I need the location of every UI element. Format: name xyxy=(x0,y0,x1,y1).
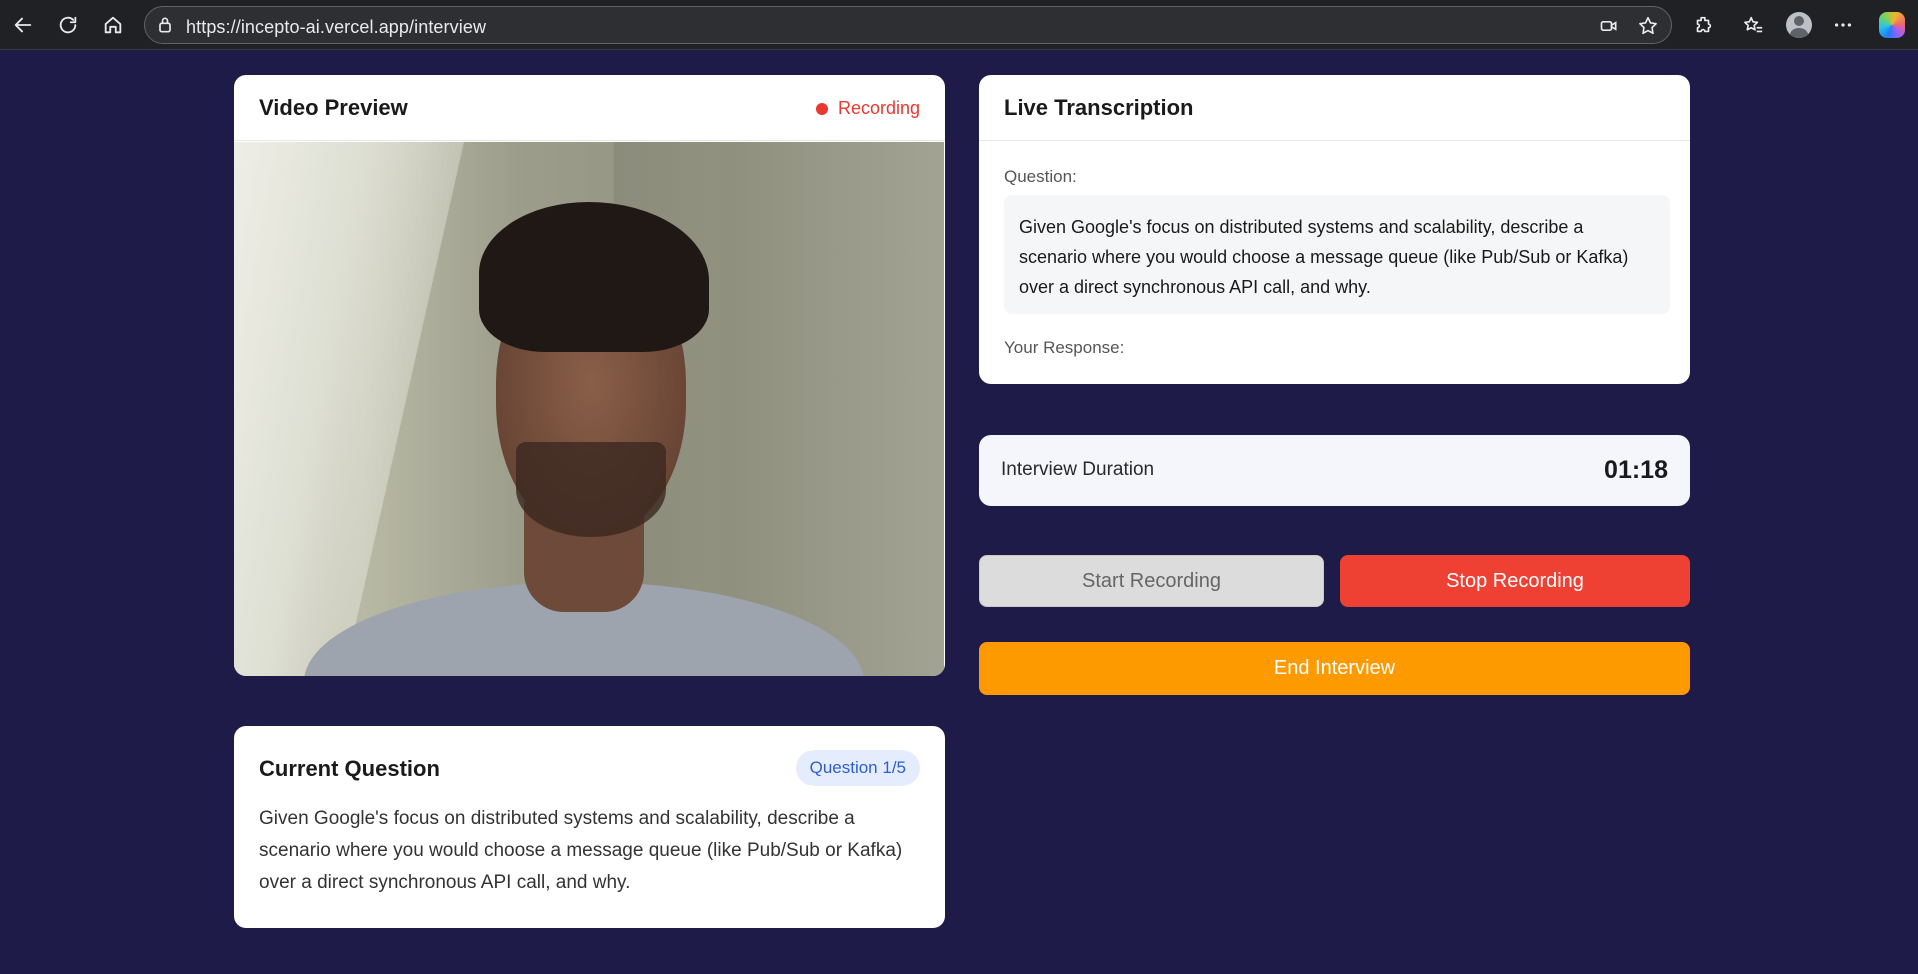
stop-recording-button[interactable]: Stop Recording xyxy=(1340,555,1690,607)
address-bar[interactable]: https://incepto-ai.vercel.app/interview xyxy=(144,6,1672,44)
response-label: Your Response: xyxy=(1004,338,1125,357)
recording-status: Recording xyxy=(815,98,920,119)
current-question-title: Current Question xyxy=(259,756,440,781)
favorites-icon[interactable] xyxy=(1738,10,1768,40)
recording-status-label: Recording xyxy=(837,98,920,118)
reload-icon[interactable] xyxy=(53,10,83,40)
interview-app: Video Preview Recording Current Question… xyxy=(4,50,1914,974)
duration-timer: 01:18 xyxy=(1604,456,1668,484)
current-question-card: Current Question Question 1/5 Given Goog… xyxy=(234,726,945,928)
recording-dot-icon xyxy=(815,102,828,115)
favorite-star-icon[interactable] xyxy=(1637,15,1659,42)
browser-toolbar: https://incepto-ai.vercel.app/interview xyxy=(0,0,1918,50)
video-preview-title: Video Preview xyxy=(259,95,408,120)
question-progress-badge: Question 1/5 xyxy=(795,750,920,786)
live-transcription-card: Live Transcription Question: Given Googl… xyxy=(979,75,1690,384)
url-text[interactable]: https://incepto-ai.vercel.app/interview xyxy=(186,17,486,38)
camera-in-use-icon[interactable] xyxy=(1599,16,1619,41)
duration-label: Interview Duration xyxy=(1001,459,1155,480)
question-label: Question: xyxy=(1004,167,1077,186)
home-icon[interactable] xyxy=(98,10,128,40)
more-options-icon[interactable] xyxy=(1828,10,1858,40)
end-interview-button[interactable]: End Interview xyxy=(979,642,1690,695)
back-arrow-icon[interactable] xyxy=(8,10,38,40)
camera-video-feed xyxy=(234,142,944,676)
live-transcription-title: Live Transcription xyxy=(1004,95,1194,120)
start-recording-button[interactable]: Start Recording xyxy=(979,555,1324,607)
profile-avatar-icon[interactable] xyxy=(1784,10,1814,40)
extensions-icon[interactable] xyxy=(1688,10,1718,40)
copilot-icon[interactable] xyxy=(1877,10,1907,40)
interview-duration-card: Interview Duration 01:18 xyxy=(979,435,1690,506)
transcribed-question: Given Google's focus on distributed syst… xyxy=(1004,195,1670,314)
transcription-card-header: Live Transcription xyxy=(979,75,1690,141)
current-question-text: Given Google's focus on distributed syst… xyxy=(259,808,903,893)
video-preview-card: Video Preview Recording xyxy=(234,75,945,676)
video-card-header: Video Preview Recording xyxy=(234,75,945,141)
lock-icon[interactable] xyxy=(155,15,175,40)
